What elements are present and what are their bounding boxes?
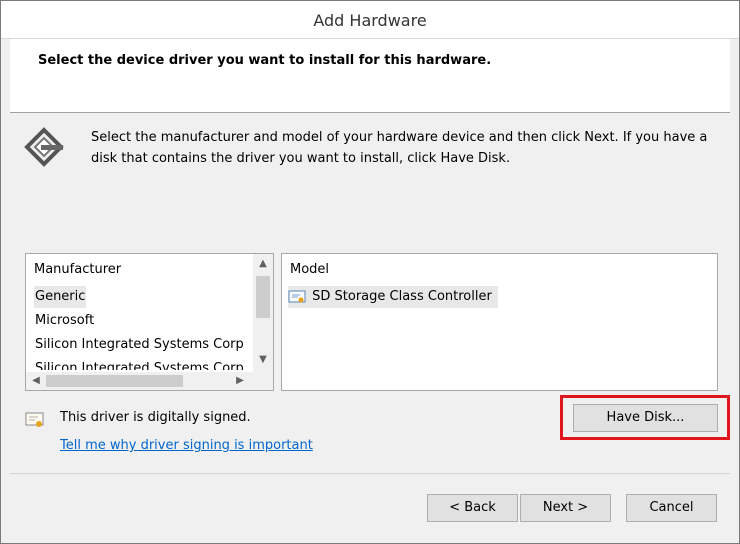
vertical-scroll-thumb[interactable]: [256, 276, 270, 318]
model-list[interactable]: Model SD Storage Class Controller: [281, 253, 718, 391]
manufacturer-list[interactable]: Manufacturer Generic Microsoft Silicon I…: [25, 253, 274, 391]
have-disk-button[interactable]: Have Disk...: [573, 404, 718, 432]
horizontal-scroll-thumb[interactable]: [46, 375, 183, 387]
manufacturer-horizontal-scrollbar[interactable]: ◀ ▶: [26, 372, 273, 390]
scroll-down-icon[interactable]: ▼: [253, 350, 273, 370]
model-list-header: Model: [290, 262, 330, 277]
header-panel: Select the device driver you want to ins…: [10, 39, 730, 113]
add-hardware-dialog: Add Hardware Select the device driver yo…: [0, 0, 740, 544]
manufacturer-list-header: Manufacturer: [34, 262, 122, 277]
footer-separator: [10, 473, 730, 474]
manufacturer-vertical-scrollbar[interactable]: ▲ ▼: [253, 254, 273, 372]
cancel-button[interactable]: Cancel: [626, 494, 717, 522]
scroll-up-icon[interactable]: ▲: [253, 254, 273, 274]
window-title: Add Hardware: [313, 11, 427, 30]
certificate-icon: [288, 290, 306, 302]
next-button[interactable]: Next >: [520, 494, 611, 522]
scroll-right-icon[interactable]: ▶: [232, 371, 248, 391]
hardware-wizard-icon: [24, 127, 64, 167]
signed-certificate-icon: [25, 412, 44, 427]
model-item-label: SD Storage Class Controller: [312, 289, 492, 304]
signing-status-text: This driver is digitally signed.: [60, 410, 251, 425]
page-heading: Select the device driver you want to ins…: [38, 53, 492, 68]
instruction-text: Select the manufacturer and model of you…: [91, 130, 708, 166]
manufacturer-item-silicon-integrated[interactable]: Silicon Integrated Systems Corp: [34, 334, 245, 356]
model-item-sd-storage-class-controller[interactable]: SD Storage Class Controller: [288, 286, 498, 308]
back-button[interactable]: < Back: [427, 494, 518, 522]
manufacturer-item-microsoft[interactable]: Microsoft: [34, 310, 95, 332]
title-bar[interactable]: Add Hardware: [1, 1, 739, 39]
scroll-left-icon[interactable]: ◀: [28, 371, 44, 391]
manufacturer-item-silicon-integrated-2[interactable]: Silicon Integrated Systems Corp: [34, 358, 245, 370]
manufacturer-item-generic[interactable]: Generic: [34, 286, 87, 308]
driver-signing-link[interactable]: Tell me why driver signing is important: [60, 438, 313, 453]
